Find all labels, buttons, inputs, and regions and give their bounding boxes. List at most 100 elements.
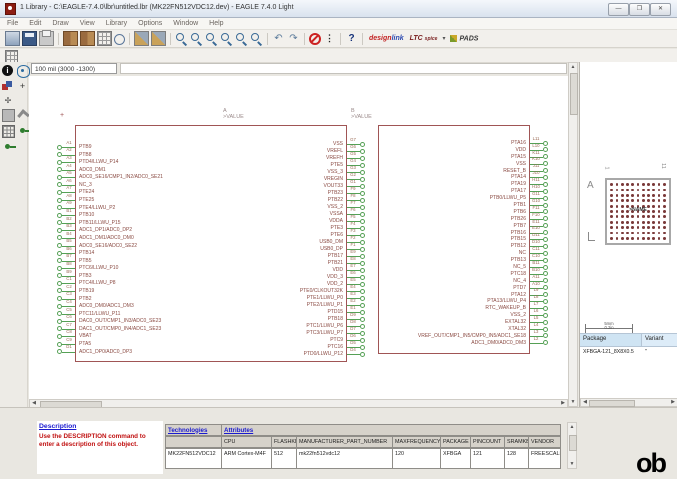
package-row[interactable]: XFBGA-121_8X8X0.5 '' bbox=[580, 347, 677, 358]
pin-row[interactable]: F9PTB23 bbox=[146, 190, 346, 196]
pin-icon[interactable] bbox=[20, 128, 25, 133]
attr-value-cell[interactable]: 120 bbox=[392, 448, 440, 468]
attr-value-cell[interactable]: mk22fn512vdc12 bbox=[296, 448, 392, 468]
help-icon[interactable]: ? bbox=[345, 32, 358, 45]
sheet-icon[interactable] bbox=[134, 31, 149, 46]
pin-row[interactable]: E1PTD15 bbox=[146, 309, 346, 315]
pin-row[interactable]: L6VSS_2 bbox=[329, 312, 529, 318]
table-icon[interactable] bbox=[2, 125, 15, 138]
menu-edit[interactable]: Edit bbox=[29, 20, 41, 27]
attributes-header[interactable]: Attributes bbox=[221, 424, 561, 435]
pin-row[interactable]: F5VDDA bbox=[146, 218, 346, 224]
menu-options[interactable]: Options bbox=[138, 20, 162, 27]
pin-row[interactable]: F1USB0_DP bbox=[146, 246, 346, 252]
undo-icon[interactable]: ↶ bbox=[272, 32, 285, 45]
attr-value-cell[interactable]: 512 bbox=[271, 448, 296, 468]
pin-row[interactable]: F11PTB6 bbox=[329, 209, 529, 215]
pin-row[interactable]: E5VDD_2 bbox=[146, 281, 346, 287]
ltc-dropdown-caret[interactable]: ▾ bbox=[442, 35, 445, 42]
zoom-redraw-icon[interactable] bbox=[220, 32, 233, 45]
device-icon[interactable] bbox=[80, 31, 95, 46]
pin-row[interactable]: F7VSS_2 bbox=[146, 204, 346, 210]
pads-button[interactable]: PADS bbox=[450, 35, 478, 42]
zoom-fit-icon[interactable] bbox=[175, 32, 188, 45]
pin-row[interactable]: E7VDD bbox=[146, 267, 346, 273]
zoom-in-icon[interactable] bbox=[190, 32, 203, 45]
display-layers-icon[interactable] bbox=[2, 81, 13, 92]
pin-row[interactable]: A10PTD7 bbox=[329, 285, 529, 291]
ltc-spice-button[interactable]: LTC spice bbox=[410, 35, 438, 42]
connect-icon[interactable] bbox=[5, 144, 10, 149]
pin-row[interactable]: D5PTC16 bbox=[146, 344, 346, 350]
pin-row[interactable]: L11PTA16 bbox=[329, 140, 529, 146]
open-icon[interactable] bbox=[5, 31, 20, 46]
pin-row[interactable]: E10PTB16 bbox=[329, 230, 529, 236]
technology-cell[interactable]: MK22FN512VDC12 bbox=[165, 448, 221, 468]
pin-row[interactable]: F10PTB26 bbox=[329, 216, 529, 222]
pin-row[interactable]: F2USB0_DM bbox=[146, 239, 346, 245]
command-line-input[interactable] bbox=[120, 63, 567, 74]
attr-value-cell[interactable]: 121 bbox=[470, 448, 504, 468]
pin-row[interactable]: L4XTAL32 bbox=[329, 326, 529, 332]
pin-row[interactable]: C11NC bbox=[329, 250, 529, 256]
pin-row[interactable]: L2ADC1_DM0/ADC0_DM3 bbox=[329, 340, 529, 346]
package-table-scrollbar[interactable]: ◀▶ bbox=[580, 398, 677, 407]
pin-row[interactable]: D7PTC3/LLWU_P7 bbox=[146, 330, 346, 336]
close-button[interactable]: ✕ bbox=[650, 3, 671, 16]
menu-library[interactable]: Library bbox=[106, 20, 127, 27]
pin-row[interactable]: J11RESET_B bbox=[329, 168, 529, 174]
redo-icon[interactable]: ↷ bbox=[287, 32, 300, 45]
menu-file[interactable]: File bbox=[7, 20, 18, 27]
pin-row[interactable]: F8PTB22 bbox=[146, 197, 346, 203]
zoom-select-icon[interactable] bbox=[235, 32, 248, 45]
minimize-button[interactable]: — bbox=[608, 3, 629, 16]
pin-row[interactable]: G11PTB0/LLWU_P5 bbox=[329, 195, 529, 201]
pin-row[interactable]: E9PTB17 bbox=[146, 253, 346, 259]
go-icon[interactable]: ⋮ bbox=[323, 32, 336, 45]
pin-row[interactable]: L3VREF_OUT/CMP1_IN5/CMP0_IN5/ADC1_SE18 bbox=[329, 333, 529, 339]
pin-row[interactable]: E4PTE0/CLKOUT32K bbox=[146, 288, 346, 294]
pin-row[interactable]: D6PTC9 bbox=[146, 337, 346, 343]
pin-row[interactable]: K11PTA15 bbox=[329, 154, 529, 160]
pin-row[interactable]: F3PTE6 bbox=[146, 232, 346, 238]
wrench-icon[interactable] bbox=[17, 109, 30, 122]
menu-help[interactable]: Help bbox=[209, 20, 223, 27]
stop-icon[interactable] bbox=[309, 33, 321, 45]
zoom-out-icon[interactable] bbox=[205, 32, 218, 45]
pin-row[interactable]: D11PTB15 bbox=[329, 236, 529, 242]
pin-row[interactable]: H11PTA19 bbox=[329, 181, 529, 187]
package-variant-table[interactable]: Package Variant XFBGA-121_8X8X0.5 '' bbox=[580, 333, 677, 358]
menu-draw[interactable]: Draw bbox=[52, 20, 68, 27]
gate-a-symbol[interactable]: A1PTB9A2PTB8A3PTD4/LLWU_P14A4ADC0_DM1A5A… bbox=[75, 125, 347, 362]
pin-row[interactable]: C10PTB13 bbox=[329, 257, 529, 263]
pin-row[interactable]: E11PTB7 bbox=[329, 223, 529, 229]
pin-row[interactable]: D10PTB12 bbox=[329, 243, 529, 249]
attr-value-cell[interactable]: XFBGA bbox=[440, 448, 470, 468]
move-icon[interactable]: ✢ bbox=[2, 95, 13, 106]
pin-row[interactable]: D8PTC1/LLWU_P6 bbox=[146, 323, 346, 329]
symbol-icon[interactable] bbox=[114, 34, 125, 45]
pin-row[interactable]: G7VSS bbox=[146, 141, 346, 147]
pin-row[interactable]: L9PTA12 bbox=[329, 292, 529, 298]
restore-button[interactable]: ❐ bbox=[629, 3, 650, 16]
info-icon[interactable]: i bbox=[2, 65, 13, 76]
pin-row[interactable]: F6VSSA bbox=[146, 211, 346, 217]
pin-row[interactable]: G1VOUT33 bbox=[146, 183, 346, 189]
design-link-button[interactable]: designlink bbox=[369, 35, 404, 42]
pin-row[interactable]: H10PTA17 bbox=[329, 188, 529, 194]
pin-row[interactable]: G5VREFH bbox=[146, 155, 346, 161]
frame-icon[interactable] bbox=[151, 31, 166, 46]
package-column-header[interactable]: Package bbox=[580, 334, 642, 346]
pin-row[interactable]: G4PTE5 bbox=[146, 162, 346, 168]
description-link[interactable]: Description bbox=[39, 423, 163, 430]
pin-row[interactable]: B11NC_5 bbox=[329, 264, 529, 270]
attributes-table[interactable]: TechnologiesAttributesCPUFLASHKBMANUFACT… bbox=[165, 424, 561, 469]
gate-b-symbol[interactable]: L11PTA16L10VDDK11PTA15K10VSSJ11RESET_BJ1… bbox=[378, 125, 530, 354]
attr-value-cell[interactable]: ARM Cortex-M4F bbox=[221, 448, 271, 468]
pin-row[interactable]: D9PTB18 bbox=[146, 316, 346, 322]
library-icon[interactable] bbox=[63, 31, 78, 46]
save-icon[interactable] bbox=[22, 31, 37, 46]
pin-row[interactable]: E6VDD_3 bbox=[146, 274, 346, 280]
menu-window[interactable]: Window bbox=[173, 20, 198, 27]
variant-column-header[interactable]: Variant bbox=[642, 334, 677, 346]
